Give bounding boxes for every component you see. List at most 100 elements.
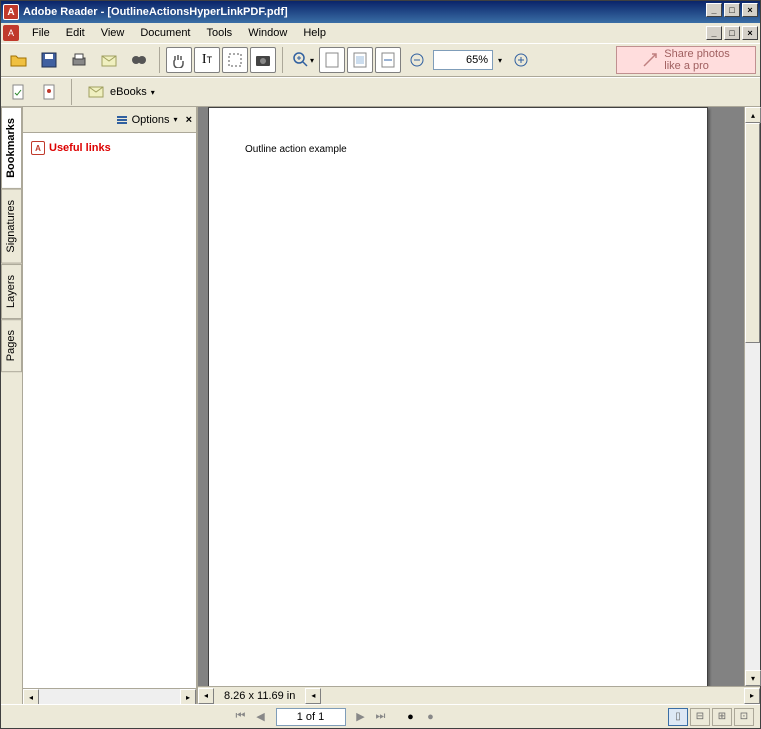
camera-icon	[255, 53, 271, 67]
next-page-button[interactable]: ▶	[352, 708, 370, 726]
document-status-bar: ◂ 8.26 x 11.69 in ◂ ▸	[198, 686, 760, 704]
toolbar-secondary: eBooks ▾	[1, 77, 760, 107]
app-icon: A	[3, 4, 19, 20]
back-button[interactable]: ●	[402, 708, 420, 726]
options-label: Options	[132, 114, 170, 126]
options-icon	[116, 114, 128, 126]
title-text: Adobe Reader - [OutlineActionsHyperLinkP…	[23, 6, 706, 18]
toolbar-main: IT ▾ ▾ Share photoslike a pro	[1, 43, 760, 77]
zoom-input[interactable]	[433, 50, 493, 70]
minimize-button[interactable]: _	[706, 3, 722, 17]
tab-signatures[interactable]: Signatures	[1, 189, 22, 264]
page-number-input[interactable]	[276, 708, 346, 726]
fit-width-icon	[381, 52, 395, 68]
plus-circle-icon	[514, 53, 528, 67]
panel-hscroll[interactable]: ◂ ▸	[23, 688, 196, 704]
tab-bookmarks[interactable]: Bookmarks	[1, 107, 22, 189]
continuous-button[interactable]: ⊟	[690, 708, 710, 726]
fit-width-button[interactable]	[375, 47, 401, 73]
zoom-dropdown-icon[interactable]: ▾	[495, 56, 505, 65]
page-icon	[325, 52, 339, 68]
fit-page-icon	[353, 52, 367, 68]
mdi-minimize-button[interactable]: _	[706, 26, 722, 40]
menu-file[interactable]: File	[25, 25, 57, 41]
chevron-down-icon: ▾	[174, 115, 178, 124]
document-area: Outline action example ▴ ▾ ◂ 8.26 x 11.6…	[198, 107, 760, 704]
page-content-text: Outline action example	[245, 144, 671, 155]
chevron-down-icon: ▾	[151, 88, 155, 97]
minus-circle-icon	[410, 53, 424, 67]
bookmarks-panel: Options ▾ × A Useful links ◂ ▸	[23, 107, 198, 704]
share-text-2: like a pro	[664, 60, 729, 72]
page-dimensions: 8.26 x 11.69 in	[214, 690, 305, 702]
mdi-restore-button[interactable]: □	[724, 26, 740, 40]
ebooks-label: eBooks	[110, 86, 147, 98]
hand-tool-button[interactable]	[166, 47, 192, 73]
hscroll-left-button[interactable]: ◂	[198, 688, 214, 704]
tab-layers[interactable]: Layers	[1, 264, 22, 319]
zoom-in-button[interactable]: ▾	[289, 46, 317, 74]
app-window: A Adobe Reader - [OutlineActionsHyperLin…	[0, 0, 761, 729]
view-mode-buttons: ▯ ⊟ ⊞ ⊡	[668, 708, 754, 726]
maximize-button[interactable]: □	[724, 3, 740, 17]
vscroll-thumb[interactable]	[745, 123, 760, 343]
menu-view[interactable]: View	[94, 25, 132, 41]
menu-help[interactable]: Help	[296, 25, 333, 41]
envelope-icon	[100, 51, 118, 69]
share-icon	[642, 52, 658, 68]
scroll-track[interactable]	[39, 689, 180, 704]
ebooks-button[interactable]: eBooks ▾	[79, 82, 164, 102]
hscroll-right-button[interactable]: ▸	[744, 688, 760, 704]
search-button[interactable]	[125, 46, 153, 74]
snapshot-button[interactable]	[250, 47, 276, 73]
zoom-out-button[interactable]	[403, 46, 431, 74]
prev-page-button[interactable]: ◀	[252, 708, 270, 726]
menu-window[interactable]: Window	[241, 25, 294, 41]
pdf-page: Outline action example	[208, 107, 708, 686]
scroll-left-button[interactable]: ◂	[23, 689, 39, 705]
bookmarks-list: A Useful links	[23, 133, 196, 688]
close-button[interactable]: ×	[742, 3, 758, 17]
review-button[interactable]	[5, 78, 33, 106]
binoculars-icon	[130, 51, 148, 69]
menu-tools[interactable]: Tools	[200, 25, 240, 41]
content-area: Bookmarks Signatures Layers Pages Option…	[1, 107, 760, 704]
single-page-button[interactable]: ▯	[668, 708, 688, 726]
panel-close-button[interactable]: ×	[186, 114, 192, 126]
magnifier-plus-icon	[292, 51, 310, 69]
open-button[interactable]	[5, 46, 33, 74]
vscroll-track[interactable]	[745, 123, 760, 670]
scroll-down-button[interactable]: ▾	[745, 670, 761, 686]
vertical-scrollbar[interactable]: ▴ ▾	[744, 107, 760, 686]
mdi-close-button[interactable]: ×	[742, 26, 758, 40]
bookmark-item[interactable]: A Useful links	[31, 141, 188, 155]
continuous-facing-button[interactable]: ⊡	[734, 708, 754, 726]
save-button[interactable]	[35, 46, 63, 74]
menu-edit[interactable]: Edit	[59, 25, 92, 41]
hscroll-left2-button[interactable]: ◂	[305, 688, 321, 704]
tab-pages[interactable]: Pages	[1, 319, 22, 372]
text-select-button[interactable]: IT	[194, 47, 220, 73]
first-page-button[interactable]: ⏮	[232, 708, 250, 726]
last-page-button[interactable]: ⏭	[372, 708, 390, 726]
print-button[interactable]	[65, 46, 93, 74]
separator	[159, 47, 160, 73]
actual-size-button[interactable]	[319, 47, 345, 73]
facing-button[interactable]: ⊞	[712, 708, 732, 726]
side-tabs: Bookmarks Signatures Layers Pages	[1, 107, 23, 704]
page-viewport[interactable]: Outline action example	[198, 107, 744, 686]
email-button[interactable]	[95, 46, 123, 74]
menu-document[interactable]: Document	[133, 25, 197, 41]
fit-page-button[interactable]	[347, 47, 373, 73]
forward-button[interactable]: ●	[422, 708, 440, 726]
share-ad-button[interactable]: Share photoslike a pro	[616, 46, 756, 74]
menubar: A File Edit View Document Tools Window H…	[1, 23, 760, 43]
scroll-up-button[interactable]: ▴	[745, 107, 761, 123]
stamp-button[interactable]	[36, 78, 64, 106]
options-menu-button[interactable]: Options ▾	[116, 114, 178, 126]
zoom-plus-button[interactable]	[507, 46, 535, 74]
scroll-right-button[interactable]: ▸	[180, 689, 196, 705]
floppy-icon	[40, 51, 58, 69]
stamp-icon	[41, 83, 59, 101]
select-button[interactable]	[222, 47, 248, 73]
